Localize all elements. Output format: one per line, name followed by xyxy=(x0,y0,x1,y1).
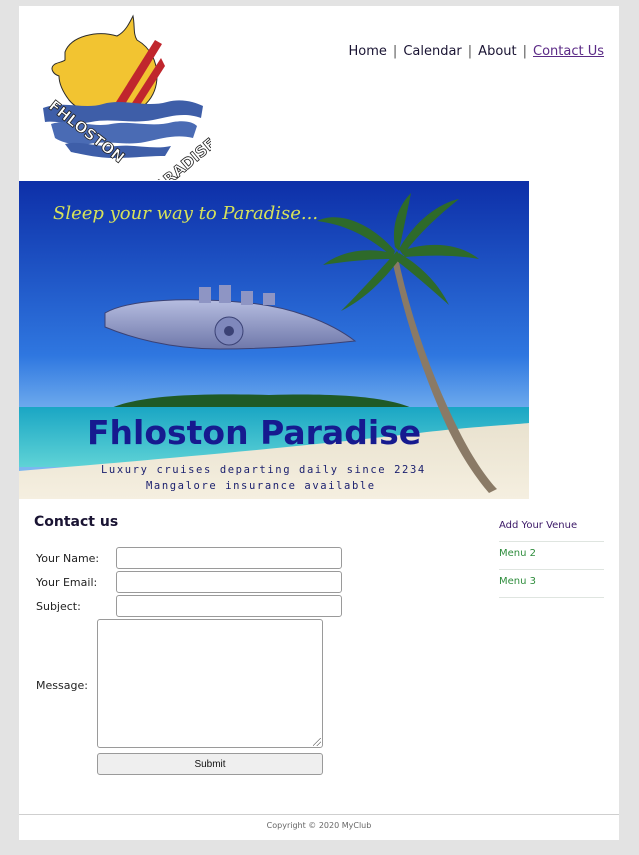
page-title: Contact us xyxy=(34,514,119,530)
nav-contact-link[interactable]: Contact Us xyxy=(533,44,604,59)
email-label: Your Email: xyxy=(36,576,98,589)
top-nav: Home | Calendar | About | Contact Us xyxy=(349,44,604,59)
sidebar-item-menu-2[interactable]: Menu 2 xyxy=(499,542,604,570)
nav-separator: | xyxy=(522,44,527,59)
hero-banner: Sleep your way to Paradise... Fhloston P… xyxy=(19,181,529,499)
footer-divider xyxy=(19,814,619,815)
page-container: FHLOSTON PARADISE Home | Calendar | About | Co… xyxy=(19,6,619,840)
banner-image: Sleep your way to Paradise... Fhloston P… xyxy=(19,181,529,499)
sidebar-item-menu-3[interactable]: Menu 3 xyxy=(499,570,604,598)
message-label: Message: xyxy=(36,679,88,692)
banner-line2: Mangalore insurance available xyxy=(146,480,376,492)
message-textarea[interactable] xyxy=(97,619,323,748)
site-logo[interactable]: FHLOSTON PARADISE xyxy=(25,14,220,202)
nav-about-link[interactable]: About xyxy=(478,44,516,59)
nav-separator: | xyxy=(392,44,398,59)
name-field[interactable] xyxy=(116,547,342,569)
nav-home-link[interactable]: Home xyxy=(349,44,387,59)
logo-graphic: FHLOSTON PARADISE xyxy=(43,14,220,202)
footer-copyright: Copyright © 2020 MyClub xyxy=(266,821,372,830)
sidebar-item-add-venue[interactable]: Add Your Venue xyxy=(499,514,604,542)
banner-tagline: Sleep your way to Paradise... xyxy=(53,203,318,224)
subject-field[interactable] xyxy=(116,595,342,617)
resize-handle-icon[interactable] xyxy=(313,738,321,746)
submit-button[interactable]: Submit xyxy=(97,753,323,775)
email-field[interactable] xyxy=(116,571,342,593)
logo-text-right: PARADISE xyxy=(144,135,211,180)
name-label: Your Name: xyxy=(36,552,100,565)
nav-calendar-link[interactable]: Calendar xyxy=(403,44,461,59)
sidebar-menu: Add Your Venue Menu 2 Menu 3 xyxy=(499,514,604,598)
banner-line1: Luxury cruises departing daily since 223… xyxy=(101,464,426,476)
subject-label: Subject: xyxy=(36,600,81,613)
banner-title: Fhloston Paradise xyxy=(87,413,421,452)
nav-separator: | xyxy=(467,44,473,59)
